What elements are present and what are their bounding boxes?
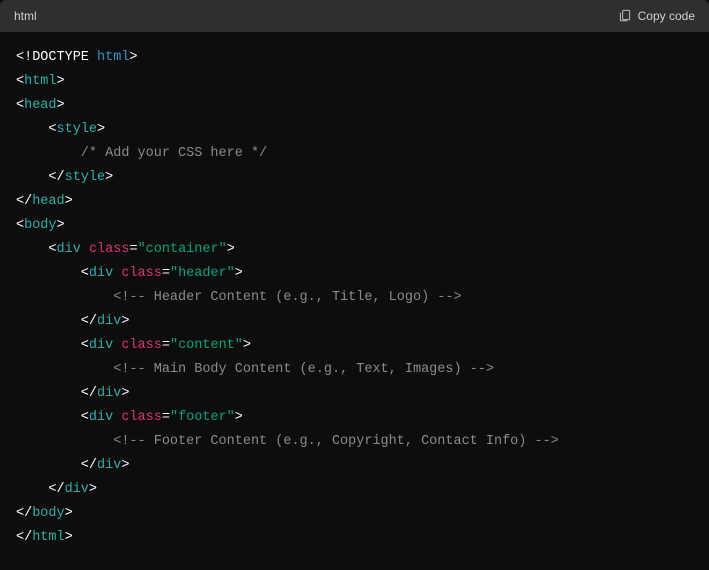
code-token: html: [97, 50, 129, 65]
code-line: <div class="content">: [16, 334, 693, 358]
code-token: </: [16, 170, 65, 185]
code-token: body: [32, 506, 64, 521]
code-line: /* Add your CSS here */: [16, 142, 693, 166]
code-token: >: [235, 266, 243, 281]
code-block-header: html Copy code: [0, 0, 709, 32]
code-token: >: [121, 314, 129, 329]
code-token: <: [16, 266, 89, 281]
code-line: </head>: [16, 190, 693, 214]
code-token: </: [16, 506, 32, 521]
code-line: <div class="container">: [16, 238, 693, 262]
clipboard-icon: [618, 8, 632, 25]
code-token: <: [16, 98, 24, 113]
code-token: div: [97, 314, 121, 329]
copy-code-button[interactable]: Copy code: [618, 8, 695, 25]
code-token: div: [57, 242, 81, 257]
code-token: class: [121, 266, 162, 281]
code-token: =: [162, 338, 170, 353]
code-token: </: [16, 314, 97, 329]
code-token: >: [105, 170, 113, 185]
code-token: /* Add your CSS here */: [16, 146, 267, 161]
code-token: <!-- Footer Content (e.g., Copyright, Co…: [16, 434, 559, 449]
code-token: </: [16, 530, 32, 545]
code-token: >: [243, 338, 251, 353]
code-line: <div class="footer">: [16, 406, 693, 430]
code-token: >: [89, 482, 97, 497]
code-token: div: [97, 386, 121, 401]
code-token: style: [65, 170, 106, 185]
code-token: </: [16, 482, 65, 497]
code-token: <!-- Header Content (e.g., Title, Logo) …: [16, 290, 462, 305]
code-token: =: [129, 242, 137, 257]
code-token: </: [16, 386, 97, 401]
code-token: >: [97, 122, 105, 137]
code-token: class: [89, 242, 130, 257]
code-token: "footer": [170, 410, 235, 425]
code-token: =: [162, 410, 170, 425]
code-token: div: [89, 410, 113, 425]
code-token: <: [16, 74, 24, 89]
code-token: html: [32, 530, 64, 545]
code-token: "container": [138, 242, 227, 257]
code-token: <: [16, 218, 24, 233]
code-token: >: [65, 506, 73, 521]
code-token: >: [227, 242, 235, 257]
code-line: </div>: [16, 478, 693, 502]
code-token: <: [16, 122, 57, 137]
code-token: div: [89, 338, 113, 353]
code-token: <!DOCTYPE: [16, 50, 97, 65]
language-label: html: [14, 9, 37, 23]
code-token: <: [16, 242, 57, 257]
code-line: <body>: [16, 214, 693, 238]
code-token: </: [16, 458, 97, 473]
code-token: >: [65, 530, 73, 545]
code-token: >: [57, 98, 65, 113]
copy-button-label: Copy code: [638, 9, 695, 23]
code-token: div: [89, 266, 113, 281]
code-line: <html>: [16, 70, 693, 94]
code-token: head: [24, 98, 56, 113]
code-token: >: [65, 194, 73, 209]
code-token: style: [57, 122, 98, 137]
code-line: <!-- Main Body Content (e.g., Text, Imag…: [16, 358, 693, 382]
code-line: <!-- Header Content (e.g., Title, Logo) …: [16, 286, 693, 310]
code-line: <!DOCTYPE html>: [16, 46, 693, 70]
code-line: </html>: [16, 526, 693, 550]
code-token: <: [16, 338, 89, 353]
code-line: </div>: [16, 310, 693, 334]
code-token: body: [24, 218, 56, 233]
code-line: <style>: [16, 118, 693, 142]
code-content[interactable]: <!DOCTYPE html><html><head> <style> /* A…: [0, 32, 709, 564]
code-line: <div class="header">: [16, 262, 693, 286]
code-line: <!-- Footer Content (e.g., Copyright, Co…: [16, 430, 693, 454]
code-token: =: [162, 266, 170, 281]
code-token: >: [235, 410, 243, 425]
code-token: >: [121, 458, 129, 473]
code-token: head: [32, 194, 64, 209]
code-line: </div>: [16, 454, 693, 478]
code-token: <: [16, 410, 89, 425]
code-line: </div>: [16, 382, 693, 406]
code-token: >: [57, 218, 65, 233]
code-token: class: [121, 338, 162, 353]
code-token: >: [57, 74, 65, 89]
code-token: "content": [170, 338, 243, 353]
code-line: <head>: [16, 94, 693, 118]
code-token: class: [121, 410, 162, 425]
code-token: </: [16, 194, 32, 209]
code-token: <!-- Main Body Content (e.g., Text, Imag…: [16, 362, 494, 377]
code-block-container: html Copy code <!DOCTYPE html><html><hea…: [0, 0, 709, 570]
code-token: >: [121, 386, 129, 401]
code-token: "header": [170, 266, 235, 281]
code-token: >: [129, 50, 137, 65]
code-line: </style>: [16, 166, 693, 190]
code-token: div: [97, 458, 121, 473]
code-token: div: [65, 482, 89, 497]
code-token: html: [24, 74, 56, 89]
code-line: </body>: [16, 502, 693, 526]
code-token: [81, 242, 89, 257]
